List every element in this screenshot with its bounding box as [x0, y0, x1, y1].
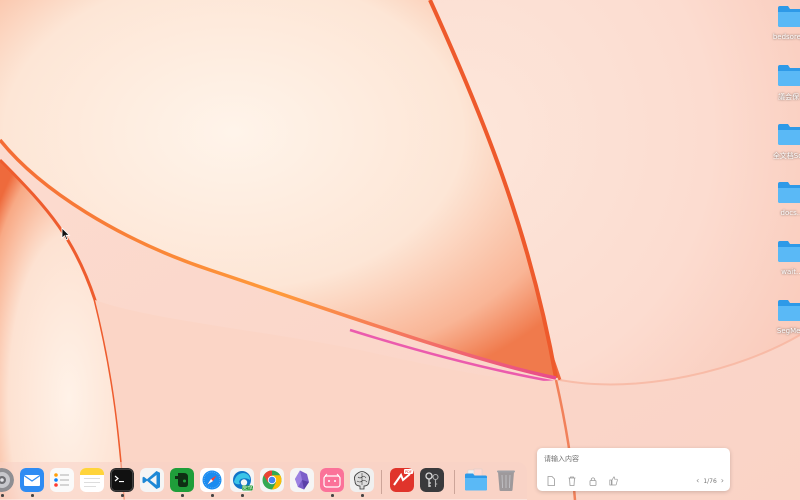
running-indicator — [31, 494, 34, 497]
folder-label: wait... — [781, 268, 800, 276]
folder-icon — [777, 298, 800, 322]
desktop-folder[interactable]: SegMe... — [762, 296, 800, 348]
desktop-folder[interactable]: docs... — [762, 178, 800, 230]
document-icon[interactable] — [544, 475, 557, 486]
dock-separator — [381, 470, 382, 494]
desktop-folder[interactable]: 全文档Sol... — [762, 120, 800, 172]
chevron-right-icon[interactable]: › — [721, 476, 724, 486]
wallpaper — [0, 0, 800, 500]
dock-app-reminders[interactable] — [50, 468, 74, 492]
folder-label: docs... — [780, 209, 800, 217]
running-indicator — [241, 494, 244, 497]
dock-app-downloads-folder[interactable] — [464, 468, 488, 492]
folder-icon — [777, 122, 800, 146]
quick-note-widget: 请输入内容 ‹ 1/76 › — [537, 448, 730, 491]
trash-icon[interactable] — [565, 475, 578, 486]
note-input[interactable]: 请输入内容 — [544, 454, 579, 464]
mouse-cursor-icon — [61, 227, 71, 241]
dock-app-neural[interactable] — [350, 468, 374, 492]
note-pager: ‹ 1/76 › — [696, 476, 724, 486]
running-indicator — [121, 494, 124, 497]
desktop-folder[interactable]: bedsore_... — [762, 2, 800, 54]
like-icon[interactable] — [607, 475, 620, 486]
folder-label: SegMe... — [776, 327, 800, 335]
dock-app-chrome[interactable] — [260, 468, 284, 492]
dock-app-terminal[interactable] — [110, 468, 134, 492]
folder-icon — [777, 4, 800, 28]
folder-icon — [777, 180, 800, 204]
running-indicator — [181, 494, 184, 497]
folder-label: 議会保... — [778, 93, 800, 101]
lock-icon[interactable] — [586, 475, 599, 486]
dock-app-vscode[interactable] — [140, 468, 164, 492]
chevron-left-icon[interactable]: ‹ — [696, 476, 699, 486]
dock-app-notes[interactable] — [80, 468, 104, 492]
folder-icon — [777, 239, 800, 263]
dock-separator — [454, 470, 455, 494]
folder-label: 全文档Sol... — [772, 152, 800, 160]
folder-label: bedsore_... — [772, 33, 800, 41]
dock-app-keychain[interactable] — [420, 468, 444, 492]
dock-app-bilibili[interactable] — [320, 468, 344, 492]
dock-app-trash[interactable] — [494, 468, 518, 492]
pdf-badge: PDF — [405, 470, 412, 474]
desktop-folder[interactable]: wait... — [762, 237, 800, 289]
dock-app-edge-beta[interactable]: BETA — [230, 468, 254, 492]
page-indicator: 1/76 — [703, 477, 717, 485]
dock-app-safari[interactable] — [200, 468, 224, 492]
folder-icon — [777, 63, 800, 87]
running-indicator — [331, 494, 334, 497]
dock-app-obsidian[interactable] — [290, 468, 314, 492]
dock-app-evernote[interactable] — [170, 468, 194, 492]
running-indicator — [361, 494, 364, 497]
dock-app-mail[interactable] — [20, 468, 44, 492]
note-toolbar — [544, 475, 620, 486]
running-indicator — [1, 494, 4, 497]
desktop-folder[interactable]: 議会保... — [762, 61, 800, 113]
running-indicator — [211, 494, 214, 497]
dock-app-pdf-expert[interactable]: PDF — [390, 468, 414, 492]
beta-badge: BETA — [242, 485, 252, 490]
